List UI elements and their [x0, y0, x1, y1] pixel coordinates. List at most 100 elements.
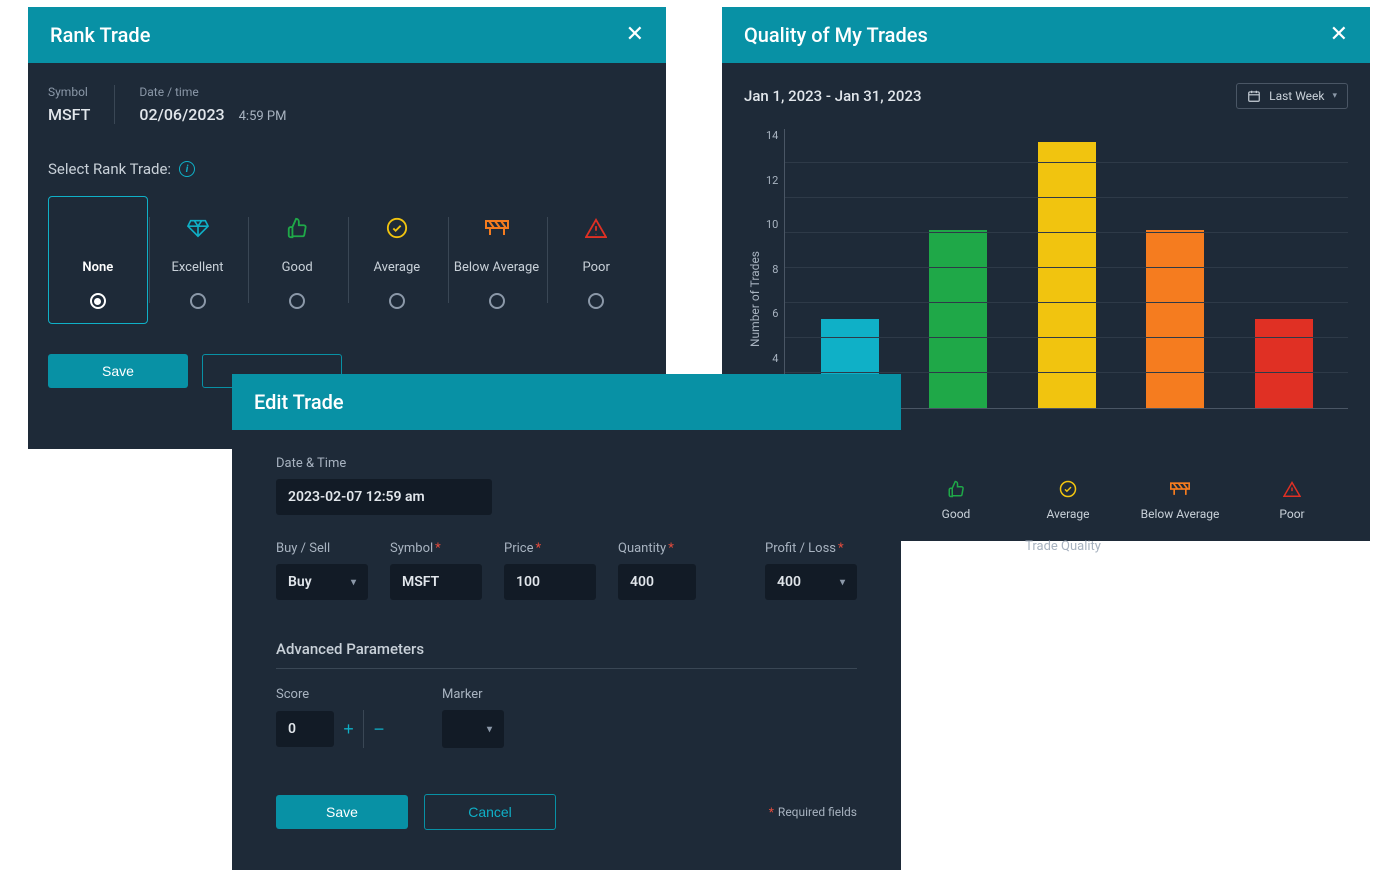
- datetime-label: Date / time: [139, 85, 286, 99]
- date-value: 02/06/2023: [139, 105, 224, 124]
- marker-label: Marker: [442, 687, 504, 702]
- symbol-input[interactable]: MSFT: [390, 564, 482, 600]
- bars: [785, 129, 1348, 408]
- rank-option-average[interactable]: Average: [347, 196, 447, 324]
- rank-option-label: Average: [374, 251, 421, 283]
- chevron-down-icon: ▾: [487, 724, 492, 735]
- rank-option-none[interactable]: None: [48, 196, 148, 324]
- edit-trade-header: Edit Trade: [232, 374, 901, 430]
- bar-poor: [1255, 319, 1313, 408]
- rank-option-label: Good: [282, 251, 313, 283]
- trade-meta: Symbol MSFT Date / time 02/06/2023 4:59 …: [48, 85, 646, 124]
- score-label: Score: [276, 687, 394, 702]
- barrier-icon: [485, 215, 509, 241]
- rank-option-good[interactable]: Good: [247, 196, 347, 324]
- quantity-label: Quantity*: [618, 541, 696, 556]
- bar-average: [1038, 142, 1096, 408]
- rank-option-label: Excellent: [171, 251, 223, 283]
- quality-title: Quality of My Trades: [744, 23, 928, 47]
- y-tick: 6: [766, 307, 778, 320]
- warning-icon: [1283, 479, 1301, 499]
- y-ticks: 1412108642: [762, 129, 784, 409]
- radio-icon: [489, 293, 505, 309]
- cancel-button[interactable]: Cancel: [424, 794, 556, 830]
- y-tick: 12: [766, 174, 778, 187]
- radio-icon: [190, 293, 206, 309]
- chevron-down-icon: ▾: [1332, 91, 1337, 101]
- price-label: Price*: [504, 541, 596, 556]
- y-tick: 4: [766, 352, 778, 365]
- buysell-value: Buy: [288, 574, 312, 590]
- y-tick: 8: [766, 263, 778, 276]
- rank-options: None Excellent Good: [48, 196, 646, 324]
- close-icon[interactable]: ✕: [626, 24, 644, 46]
- required-note: *Required fields: [767, 805, 857, 819]
- barrier-icon: [1170, 479, 1190, 499]
- profitloss-value: 400: [777, 574, 801, 590]
- score-input[interactable]: 0: [276, 711, 334, 747]
- datetime-label: Date & Time: [276, 456, 857, 471]
- chevron-down-icon: ▾: [351, 577, 356, 588]
- save-button[interactable]: Save: [48, 354, 188, 388]
- rank-trade-header: Rank Trade ✕: [28, 7, 666, 63]
- x-category-label: Good: [942, 507, 971, 521]
- close-icon[interactable]: ✕: [1330, 24, 1348, 46]
- radio-icon: [289, 293, 305, 309]
- date-range-picker[interactable]: Last Week ▾: [1236, 83, 1348, 109]
- range-picker-value: Last Week: [1269, 89, 1324, 103]
- buysell-select[interactable]: Buy ▾: [276, 564, 368, 600]
- date-range-label: Jan 1, 2023 - Jan 31, 2023: [744, 87, 922, 105]
- symbol-label: Symbol*: [390, 541, 482, 556]
- rank-option-excellent[interactable]: Excellent: [148, 196, 248, 324]
- y-tick: 14: [766, 129, 778, 142]
- thumbs-up-icon: [947, 479, 965, 499]
- score-stepper: 0 + −: [276, 710, 394, 748]
- datetime-value: 02/06/2023 4:59 PM: [139, 105, 286, 124]
- plot-area: [784, 129, 1348, 409]
- warning-icon: [585, 215, 607, 241]
- select-rank-label: Select Rank Trade: i: [48, 160, 646, 178]
- score-minus-button[interactable]: −: [364, 710, 394, 748]
- y-tick: 10: [766, 218, 778, 231]
- x-category: Below Average: [1124, 469, 1236, 521]
- x-category-label: Poor: [1279, 507, 1304, 521]
- x-category: Average: [1012, 469, 1124, 521]
- time-value: 4:59 PM: [239, 109, 287, 124]
- bar-below-average: [1146, 230, 1204, 409]
- chevron-down-icon: ▾: [840, 577, 845, 588]
- rank-option-label: Below Average: [454, 251, 539, 283]
- advanced-params-header: Advanced Parameters: [276, 640, 857, 669]
- x-category-label: Below Average: [1141, 507, 1220, 521]
- edit-trade-panel: Edit Trade Date & Time 2023-02-07 12:59 …: [232, 374, 901, 870]
- symbol-label: Symbol: [48, 85, 90, 99]
- bar-good: [929, 230, 987, 409]
- marker-select[interactable]: ▾: [442, 710, 504, 748]
- rank-option-label: None: [82, 251, 113, 283]
- radio-icon: [90, 293, 106, 309]
- radio-icon: [588, 293, 604, 309]
- x-category: Poor: [1236, 469, 1348, 521]
- rank-trade-title: Rank Trade: [50, 23, 150, 47]
- x-category: Good: [900, 469, 1012, 521]
- profitloss-select[interactable]: 400 ▾: [765, 564, 857, 600]
- check-circle-icon: [1059, 479, 1077, 499]
- quantity-input[interactable]: 400: [618, 564, 696, 600]
- buysell-label: Buy / Sell: [276, 541, 368, 556]
- radio-icon: [389, 293, 405, 309]
- save-button[interactable]: Save: [276, 795, 408, 829]
- diamond-icon: [187, 215, 209, 241]
- datetime-input[interactable]: 2023-02-07 12:59 am: [276, 479, 492, 515]
- price-input[interactable]: 100: [504, 564, 596, 600]
- info-icon[interactable]: i: [179, 161, 195, 177]
- thumbs-up-icon: [286, 215, 308, 241]
- profitloss-label: Profit / Loss*: [765, 541, 857, 556]
- check-circle-icon: [386, 215, 408, 241]
- x-category-label: Average: [1046, 507, 1089, 521]
- rank-option-poor[interactable]: Poor: [546, 196, 646, 324]
- score-plus-button[interactable]: +: [334, 710, 364, 748]
- edit-trade-title: Edit Trade: [254, 390, 344, 414]
- rank-option-below-average[interactable]: Below Average: [447, 196, 547, 324]
- quality-header: Quality of My Trades ✕: [722, 7, 1370, 63]
- calendar-icon: [1247, 89, 1261, 103]
- symbol-value: MSFT: [48, 105, 90, 124]
